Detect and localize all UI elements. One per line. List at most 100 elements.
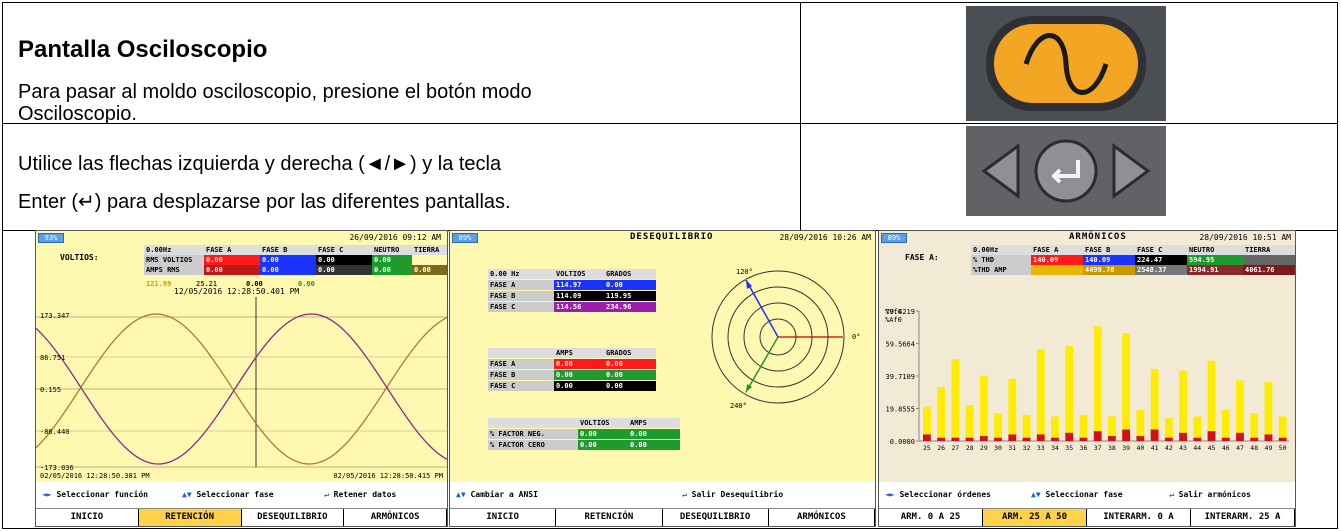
tab-armonicos[interactable]: ARMÓNICOS xyxy=(344,509,447,526)
phasor-diagram xyxy=(711,270,845,404)
row-label: FASE C xyxy=(488,381,554,391)
table-header: GRADOS xyxy=(604,348,656,358)
row-label: FASE A: xyxy=(905,253,939,262)
x-tick-label: 29 xyxy=(980,444,988,452)
value-cell: 0.00 xyxy=(372,255,412,265)
help-bar: ◄► Seleccionar órdenes ▲▼ Seleccionar fa… xyxy=(879,482,1295,508)
header-cell: NEUTRO xyxy=(372,245,412,255)
header-cell: FASE A xyxy=(1031,245,1083,255)
x-tick-label: 50 xyxy=(1279,444,1287,452)
y-tick-label: 79.4219 xyxy=(885,308,915,316)
row-label: FASE A xyxy=(488,359,554,369)
bar-af0 xyxy=(1079,437,1088,441)
help-select-phase: ▲▼ Seleccionar fase xyxy=(1031,490,1123,499)
x-tick-label: 39 xyxy=(1122,444,1130,452)
page-title: Pantalla Osciloscopio xyxy=(18,36,268,63)
value-cell xyxy=(1031,265,1083,275)
tab-retencion[interactable]: RETENCIÓN xyxy=(556,509,663,526)
table-header: AMPS xyxy=(554,348,604,358)
help-exit: ↵ Salir armónicos xyxy=(1169,490,1251,499)
bar-vf0 xyxy=(1093,326,1102,441)
angle-label: 240° xyxy=(730,402,747,410)
divider xyxy=(2,123,1338,124)
x-tick-label: 25 xyxy=(923,444,931,452)
bar-af0 xyxy=(1264,434,1273,441)
x-tick-label: 37 xyxy=(1094,444,1102,452)
bar-vf0 xyxy=(965,404,974,441)
value-cell: 140.09 xyxy=(1031,255,1083,265)
battery-icon: 89% xyxy=(452,233,478,243)
x-tick-label: 46 xyxy=(1222,444,1230,452)
row-label: FASE A xyxy=(488,280,554,290)
bar-af0 xyxy=(1150,429,1159,441)
table-header: VOLTIOS xyxy=(578,418,628,428)
row-label: FASE B xyxy=(488,291,554,301)
tab-interarm-0[interactable]: INTERARM. 0 A xyxy=(1087,509,1191,526)
tab-inicio[interactable]: INICIO xyxy=(36,509,139,526)
value-cell: 0.00 xyxy=(372,265,412,275)
x-tick-label: 43 xyxy=(1179,444,1187,452)
bar-af0 xyxy=(1108,436,1116,441)
row-label: VOLTIOS: xyxy=(60,253,99,262)
tab-interarm-25[interactable]: INTERARM. 25 A xyxy=(1191,509,1295,526)
tab-inicio[interactable]: INICIO xyxy=(450,509,557,526)
x-tick-label: 36 xyxy=(1080,444,1088,452)
cursor-value: 121.89 xyxy=(146,280,172,288)
bar-af0 xyxy=(923,434,931,441)
help-change-ansi: ▲▼ Cambiar a ANSI xyxy=(456,490,538,499)
tab-arm-0-25[interactable]: ARM. 0 A 25 xyxy=(879,509,983,526)
table-header: GRADOS xyxy=(604,269,656,279)
help-bar: ◄► Seleccionar función ▲▼ Seleccionar fa… xyxy=(36,482,447,508)
header-cell: TIERRA xyxy=(1243,245,1295,255)
value-cell: 0.00 xyxy=(260,255,316,265)
header-cell: FASE C xyxy=(1135,245,1187,255)
row-label: % FACTOR NEG. xyxy=(488,429,578,439)
bar-af0 xyxy=(1250,437,1259,441)
tab-arm-25-50[interactable]: ARM. 25 A 50 xyxy=(983,509,1087,526)
bar-vf0 xyxy=(1065,346,1074,441)
x-tick-label: 47 xyxy=(1236,444,1244,452)
x-tick-label: 41 xyxy=(1151,444,1159,452)
table-header xyxy=(488,348,554,358)
angle-label: 0° xyxy=(852,333,861,341)
bar-vf0 xyxy=(1250,413,1259,441)
x-tick-label: 34 xyxy=(1051,444,1059,452)
x-tick-label: 26 xyxy=(937,444,945,452)
bar-vf0 xyxy=(1079,414,1088,441)
value-cell: 114.09 xyxy=(554,291,604,301)
intro-text-2: Osciloscopio. xyxy=(18,103,137,125)
bar-af0 xyxy=(1065,432,1074,441)
value-cell: 0.00 xyxy=(204,255,260,265)
bar-vf0 xyxy=(1193,416,1202,441)
value-cell: 0.00 xyxy=(316,255,372,265)
tab-desequilibrio[interactable]: DESEQUILIBRIO xyxy=(663,509,769,526)
x-tick-label: 28 xyxy=(966,444,974,452)
x-end-label: 02/05/2016 12:28:50.415 PM xyxy=(333,472,443,480)
tab-armonicos[interactable]: ARMÓNICOS xyxy=(769,509,875,526)
value-cell: 0.00 xyxy=(412,265,447,275)
bar-vf0 xyxy=(1236,380,1244,441)
x-tick-label: 27 xyxy=(951,444,959,452)
screen-title: DESEQUILIBRIO xyxy=(630,232,714,242)
value-cell: 0.00 xyxy=(554,381,604,391)
y-tick: 173.347 xyxy=(40,312,70,320)
help-exit: ↵ Salir Desequilibrio xyxy=(682,490,784,499)
tab-desequilibrio[interactable]: DESEQUILIBRIO xyxy=(242,509,345,526)
help-select-function: ◄► Seleccionar función xyxy=(42,490,148,499)
x-tick-label: 30 xyxy=(994,444,1002,452)
nav-text-2: Enter (↵) para desplazarse por las difer… xyxy=(18,191,511,213)
timestamp: 28/09/2016 10:26 AM xyxy=(779,233,871,242)
tab-retencion[interactable]: RETENCIÓN xyxy=(138,509,242,526)
value-cell: 0.00 xyxy=(578,440,628,450)
bar-af0 xyxy=(1036,434,1045,441)
bar-af0 xyxy=(1179,432,1187,441)
value-cell: 0.00 xyxy=(604,280,656,290)
bar-af0 xyxy=(1022,437,1031,441)
value-cell: 224.47 xyxy=(1135,255,1187,265)
y-tick-label: 59.5664 xyxy=(885,341,915,349)
harmonics-chart: 79.4219 59.5664 39.7109 19.8555 0.0000 25 26 27… xyxy=(885,308,1289,452)
bar-af0 xyxy=(994,437,1002,441)
x-tick-label: 40 xyxy=(1136,444,1144,452)
bar-af0 xyxy=(1207,431,1216,441)
timestamp: 26/09/2016 09:12 AM xyxy=(349,233,441,242)
